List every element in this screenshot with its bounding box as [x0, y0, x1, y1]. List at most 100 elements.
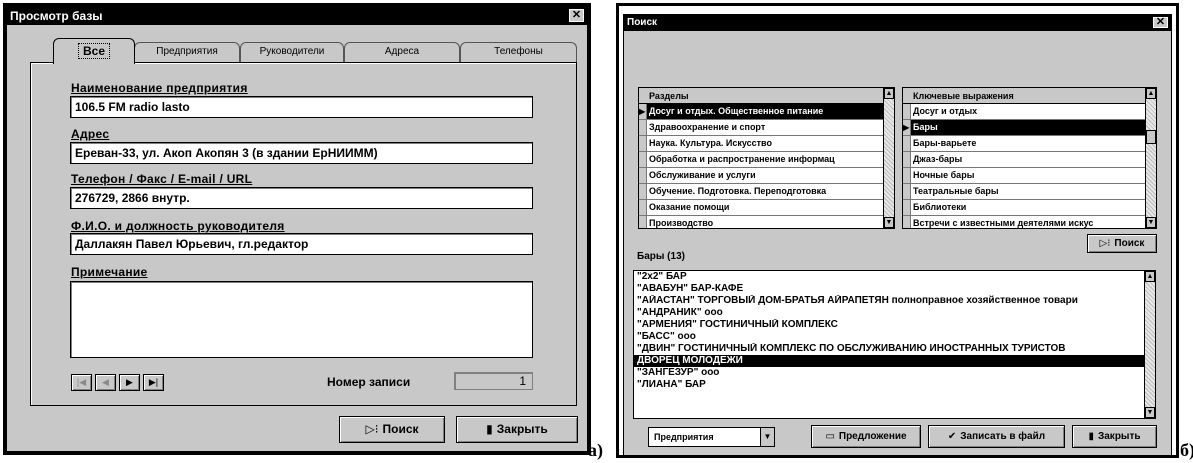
last-record-button[interactable]: ▶|: [143, 374, 164, 391]
row-indicator: [639, 136, 647, 151]
address-field[interactable]: Ереван-33, ул. Акоп Акопян 3 (в здании Е…: [70, 142, 533, 164]
record-number-label: Номер записи: [327, 375, 411, 389]
keywords-header: Ключевые выражения: [903, 88, 1156, 104]
checkmark-icon: ✔: [947, 431, 957, 442]
tab-all[interactable]: Все: [53, 38, 135, 64]
list-item[interactable]: Театральные бары: [903, 184, 1156, 200]
search-button[interactable]: ▷⁝ Поиск: [339, 416, 445, 443]
row-indicator: [903, 136, 911, 151]
window-title: Поиск: [624, 15, 1171, 31]
results-scrollbar[interactable]: ▲ ▼: [1144, 271, 1155, 418]
contact-field[interactable]: 276729, 2866 внутр.: [70, 187, 533, 209]
row-indicator: [903, 184, 911, 199]
list-item[interactable]: Обучение. Подготовка. Переподготовка: [639, 184, 894, 200]
result-item[interactable]: "БАСС" ооо: [634, 331, 1155, 343]
row-indicator: [639, 120, 647, 135]
close-button-label: Закрыть: [1097, 431, 1141, 442]
result-item[interactable]: "ДВИН" ГОСТИНИЧНЫЙ КОМПЛЕКС ПО ОБСЛУЖИВА…: [634, 343, 1155, 355]
result-item[interactable]: "2x2" БАР: [634, 271, 1155, 283]
close-button[interactable]: ▮ Закрыть: [1072, 425, 1157, 448]
list-item[interactable]: Бары-варьете: [903, 136, 1156, 152]
record-number-value: 1: [454, 372, 533, 390]
list-item[interactable]: Наука. Культура. Искусство: [639, 136, 894, 152]
list-item-label: Производство: [649, 218, 714, 228]
list-item-label: Наука. Культура. Искусство: [649, 138, 772, 148]
close-icon[interactable]: ✕: [1153, 17, 1168, 28]
result-item[interactable]: "АРМЕНИЯ" ГОСТИНИЧНЫЙ КОМПЛЕКС: [634, 319, 1155, 331]
first-record-button[interactable]: |◀: [71, 374, 92, 391]
search-button-label: Поиск: [382, 422, 419, 436]
category-filter-select[interactable]: Предприятия ▼: [648, 427, 775, 447]
list-item[interactable]: Обслуживание и услуги: [639, 168, 894, 184]
save-to-file-button[interactable]: ✔ Записать в файл: [928, 425, 1065, 448]
row-indicator: [639, 200, 647, 215]
list-item[interactable]: Встречи с известными деятелями искус: [903, 216, 1156, 228]
tab-addresses[interactable]: Адреса: [344, 42, 460, 62]
search-icon: ▷⁝: [1099, 238, 1111, 249]
keywords-scrollbar[interactable]: ▲ ▼: [1145, 88, 1156, 228]
search-button[interactable]: ▷⁝ Поиск: [1087, 234, 1157, 253]
scroll-down-icon[interactable]: ▼: [1145, 407, 1155, 418]
result-item[interactable]: "АЙАСТАН" ТОРГОВЫЙ ДОМ-БРАТЬЯ АЙРАПЕТЯН …: [634, 295, 1155, 307]
tab-enterprises[interactable]: Предприятия: [134, 42, 240, 62]
sections-rows: Досуг и отдых. Общественное питание Здрав…: [639, 104, 894, 228]
close-icon[interactable]: ✕: [569, 9, 584, 22]
scroll-down-icon[interactable]: ▼: [1146, 217, 1156, 228]
row-indicator: [639, 184, 647, 199]
list-item-label: Ночные бары: [913, 170, 975, 180]
list-item-label: Обслуживание и услуги: [649, 170, 756, 180]
scroll-up-icon[interactable]: ▲: [884, 88, 894, 99]
list-item[interactable]: Джаз-бары: [903, 152, 1156, 168]
row-indicator: [903, 120, 911, 135]
contact-label: Телефон / Факс / E-mail / URL: [71, 172, 253, 186]
list-item-label: Досуг и отдых: [913, 106, 978, 116]
result-item[interactable]: ДВОРЕЦ МОЛОДЕЖИ: [634, 355, 1155, 367]
row-indicator: [639, 168, 647, 183]
result-item[interactable]: "АВАБУН" БАР-КАФЕ: [634, 283, 1155, 295]
keywords-grid[interactable]: Ключевые выражения Досуг и отдых Бары Бары…: [902, 87, 1157, 229]
list-item[interactable]: Производство: [639, 216, 894, 228]
result-item[interactable]: "АНДРАНИК" ооо: [634, 307, 1155, 319]
manager-field[interactable]: Даллакян Павел Юрьевич, гл.редактор: [70, 233, 533, 255]
prev-record-button[interactable]: ◀: [95, 374, 116, 391]
scroll-up-icon[interactable]: ▲: [1146, 88, 1156, 99]
document-icon: ▭: [825, 431, 835, 442]
enterprise-name-field[interactable]: 106.5 FM radio lasto: [70, 96, 533, 118]
tab-label: Все: [77, 43, 110, 59]
proposal-button[interactable]: ▭ Предложение: [811, 425, 921, 448]
address-label: Адрес: [71, 127, 110, 141]
row-indicator: [903, 104, 911, 119]
next-record-button[interactable]: ▶: [119, 374, 140, 391]
list-item[interactable]: Здравоохранение и спорт: [639, 120, 894, 136]
scroll-down-icon[interactable]: ▼: [884, 217, 894, 228]
note-label: Примечание: [71, 265, 148, 279]
list-item-label: Театральные бары: [913, 186, 999, 196]
sections-grid[interactable]: Разделы Досуг и отдых. Общественное пита…: [638, 87, 895, 229]
list-item[interactable]: Оказание помощи: [639, 200, 894, 216]
close-button[interactable]: ▮ Закрыть: [456, 416, 578, 443]
enterprise-name-label: Наименование предприятия: [71, 81, 248, 95]
list-item-label: Оказание помощи: [649, 202, 730, 212]
list-item[interactable]: Библиотеки: [903, 200, 1156, 216]
exit-door-icon: ▮: [486, 422, 493, 436]
list-item[interactable]: Ночные бары: [903, 168, 1156, 184]
results-list[interactable]: "2x2" БАР "АВАБУН" БАР-КАФЕ "АЙАСТАН" ТОРГ…: [633, 270, 1156, 419]
sections-scrollbar[interactable]: ▲ ▼: [883, 88, 894, 228]
chevron-down-icon[interactable]: ▼: [760, 428, 774, 446]
list-item[interactable]: Досуг и отдых: [903, 104, 1156, 120]
row-indicator: [903, 168, 911, 183]
note-field[interactable]: [70, 281, 533, 358]
list-item[interactable]: Обработка и распространение информац: [639, 152, 894, 168]
list-item[interactable]: Досуг и отдых. Общественное питание: [639, 104, 894, 120]
result-item[interactable]: "ЛИАНА" БАР: [634, 379, 1155, 391]
scroll-thumb[interactable]: [1146, 130, 1156, 144]
tab-phones[interactable]: Телефоны: [460, 42, 577, 62]
list-item-label: Встречи с известными деятелями искус: [913, 218, 1094, 228]
list-item-label: Бары: [913, 122, 938, 132]
row-indicator: [903, 216, 911, 228]
scroll-up-icon[interactable]: ▲: [1145, 271, 1155, 282]
list-item[interactable]: Бары: [903, 120, 1156, 136]
tab-managers[interactable]: Руководители: [240, 42, 344, 62]
window-title: Просмотр базы: [7, 7, 587, 25]
result-item[interactable]: "ЗАНГЕЗУР" ооо: [634, 367, 1155, 379]
